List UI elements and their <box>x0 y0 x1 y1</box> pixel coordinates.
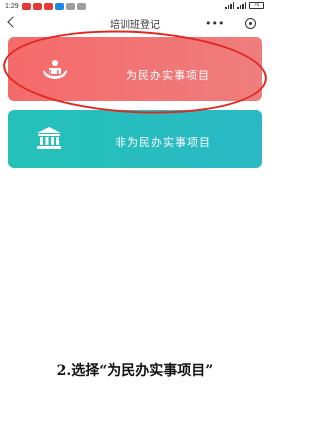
nav-bar: 培训班登记 ••• <box>0 14 270 36</box>
status-time: 1:29 <box>5 3 19 10</box>
card-livelihood-project[interactable]: 为民办实事项目 <box>8 37 262 101</box>
card-non-livelihood-project[interactable]: 非为民办实事项目 <box>8 110 262 168</box>
more-options-icon[interactable]: ••• <box>205 17 224 30</box>
close-miniprogram-icon[interactable] <box>245 18 256 29</box>
eye-icon <box>77 3 86 10</box>
card-label: 为民办实事项目 <box>126 69 210 82</box>
notification-icon <box>44 3 53 10</box>
page-title: 培训班登记 <box>110 20 160 31</box>
notification-icon <box>33 3 42 10</box>
status-indicators: 76 <box>225 2 264 9</box>
status-bar: 1:29 76 <box>0 0 270 14</box>
notification-icon <box>55 3 64 10</box>
battery-icon: 76 <box>249 2 264 9</box>
instruction-caption: 2.选择“为民办实事项目” <box>56 363 214 379</box>
people-hands-icon <box>43 60 67 79</box>
notification-icon <box>66 3 75 10</box>
signal-icon <box>225 2 234 9</box>
notification-icons <box>22 3 86 10</box>
notification-icon <box>22 3 31 10</box>
card-label: 非为民办实事项目 <box>115 136 211 149</box>
signal-icon <box>237 2 246 9</box>
government-building-icon <box>37 127 61 149</box>
